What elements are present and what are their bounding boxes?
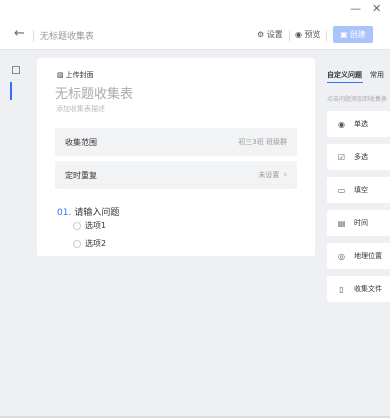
form-card: ▨ 上传封面 无标题收集表 添加收集表描述 收集范围 初三3班 班级群 定时重复… [37, 58, 315, 256]
question-type-multiple-choice[interactable]: ☑ 多选 [327, 144, 390, 170]
eye-icon: ◉ [295, 30, 302, 39]
outline-icon[interactable] [12, 66, 20, 74]
question-type-label: 时间 [354, 219, 368, 227]
form-description-input[interactable]: 添加收集表描述 [56, 104, 105, 114]
rail-active-indicator [10, 82, 12, 100]
save-icon: ▣ [340, 30, 348, 39]
question-type-label: 收集文件 [354, 285, 382, 293]
question-number: 01. [57, 208, 72, 218]
divider [289, 31, 290, 41]
checkbox-icon: ☑ [337, 152, 346, 162]
settings-button[interactable]: ⚙ 设置 [257, 29, 283, 40]
question-type-label: 多选 [354, 153, 368, 161]
image-icon: ▨ [57, 71, 64, 79]
schedule-repeat-row[interactable]: 定时重复 未设置 › [55, 161, 297, 189]
question-type-single-choice[interactable]: ◉ 单选 [327, 111, 390, 137]
schedule-repeat-label: 定时重复 [65, 170, 97, 180]
create-button[interactable]: ▣ 创建 [333, 26, 373, 43]
question-type-fill-blank[interactable]: ▭ 填空 [327, 177, 390, 203]
settings-label: 设置 [266, 30, 283, 39]
question-type-collect-file[interactable]: ▯ 收集文件 [327, 276, 390, 302]
collection-scope-label: 收集范围 [65, 137, 97, 147]
option-label: 选项1 [85, 221, 107, 230]
question-title-text: 请输入问题 [74, 208, 120, 218]
question-option[interactable]: 选项1 [73, 220, 106, 231]
preview-button[interactable]: ◉ 预览 [295, 29, 321, 40]
question-type-time[interactable]: ▤ 时间 [327, 210, 390, 236]
left-rail [0, 58, 30, 118]
page-title: 无标题收集表 [40, 32, 95, 42]
text-input-icon: ▭ [337, 185, 346, 195]
divider [33, 30, 34, 42]
preview-label: 预览 [304, 30, 321, 39]
top-bar: ← 无标题收集表 ⚙ 设置 ◉ 预览 ▣ 创建 [0, 22, 390, 50]
chevron-right-icon: › [283, 170, 287, 180]
panel-tabs: 自定义问题 常用 [327, 70, 384, 80]
gear-icon: ⚙ [257, 30, 265, 39]
question-type-label: 填空 [354, 186, 368, 194]
close-button[interactable]: ✕ [372, 2, 381, 15]
question-type-label: 地理位置 [354, 252, 382, 260]
radio-icon [73, 221, 81, 230]
question-type-location[interactable]: ◎ 地理位置 [327, 243, 390, 269]
arrow-left-icon[interactable]: ← [14, 26, 25, 41]
calendar-icon: ▤ [337, 218, 346, 228]
tab-custom-questions[interactable]: 自定义问题 [327, 71, 362, 79]
file-icon: ▯ [339, 284, 344, 294]
collection-scope-row[interactable]: 收集范围 初三3班 班级群 [55, 128, 297, 156]
create-label: 创建 [349, 30, 366, 39]
panel-hint: 点击问题添加到收集表 [327, 96, 388, 103]
radio-icon: ◉ [338, 119, 345, 129]
question-type-panel: 自定义问题 常用 点击问题添加到收集表 ◉ 单选 ☑ 多选 ▭ 填空 ▤ 时间 ◎… [323, 58, 390, 418]
collection-scope-value: 初三3班 班级群 [238, 138, 287, 146]
minimize-button[interactable]: — [350, 2, 361, 15]
radio-icon [73, 239, 81, 248]
window-controls: — ✕ [0, 0, 390, 22]
question-title[interactable]: 01. 请输入问题 [57, 205, 119, 218]
upload-cover-label: 上传封面 [65, 71, 94, 79]
tab-common[interactable]: 常用 [370, 71, 384, 79]
location-icon: ◎ [338, 251, 345, 261]
question-type-label: 单选 [354, 120, 368, 128]
upload-cover-button[interactable]: ▨ 上传封面 [57, 70, 94, 80]
divider [326, 31, 327, 41]
form-title-input[interactable]: 无标题收集表 [55, 83, 133, 102]
option-label: 选项2 [85, 239, 107, 248]
question-option[interactable]: 选项2 [73, 238, 106, 249]
schedule-repeat-value: 未设置 [258, 171, 280, 179]
